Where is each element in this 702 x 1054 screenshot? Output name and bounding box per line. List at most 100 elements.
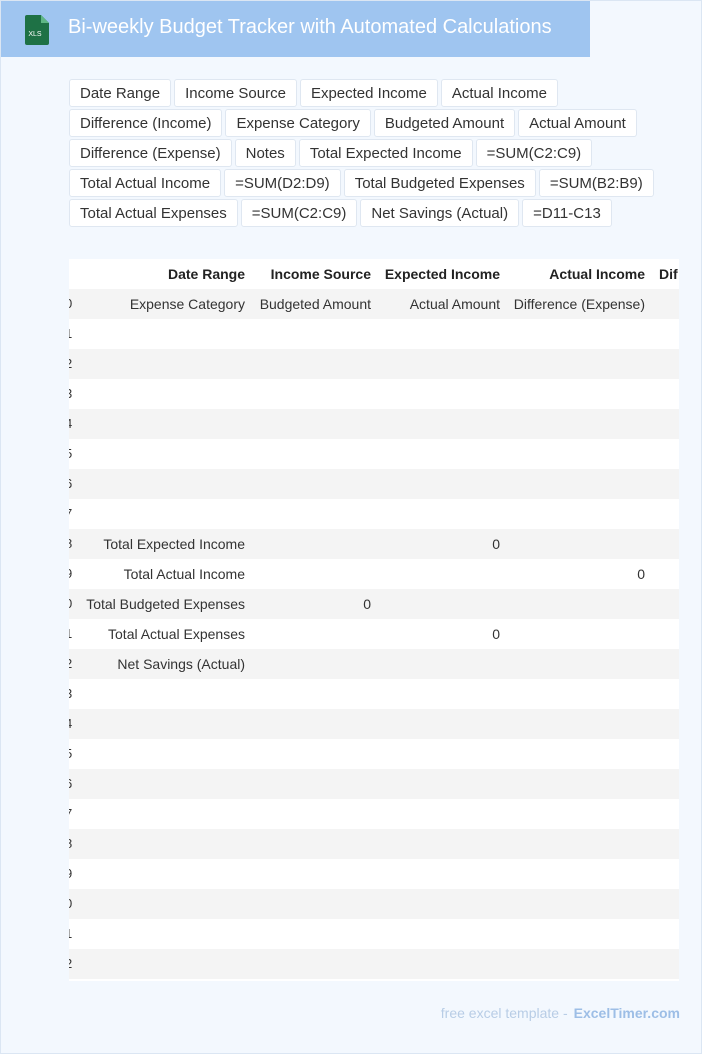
cell-c[interactable] [383,889,500,919]
cell-c[interactable] [383,349,500,379]
cell-d[interactable]: 0 [510,559,645,589]
cell-c[interactable] [383,409,500,439]
cell-b[interactable]: 0 [254,589,371,619]
cell-c[interactable] [383,769,500,799]
cell-b[interactable] [254,379,371,409]
cell-b[interactable] [254,709,371,739]
cell-d[interactable] [510,529,645,559]
cell-b[interactable] [254,679,371,709]
cell-a[interactable]: Total Expected Income [69,529,245,559]
column-header[interactable]: Expected Income [383,259,500,289]
cell-c[interactable] [383,919,500,949]
field-chip[interactable]: Notes [234,139,296,167]
cell-a[interactable] [69,379,245,409]
cell-d[interactable] [510,649,645,679]
cell-a[interactable] [69,709,245,739]
field-chip[interactable]: Total Actual Income [69,169,222,197]
cell-c[interactable] [383,649,500,679]
cell-b[interactable] [254,949,371,979]
cell-b[interactable] [254,409,371,439]
cell-c[interactable] [383,319,500,349]
cell-a[interactable] [69,439,245,469]
footer-brand-link[interactable]: ExcelTimer.com [574,1005,680,1021]
cell-c[interactable] [383,739,500,769]
cell-a[interactable] [69,859,245,889]
column-header[interactable]: Income Source [254,259,371,289]
field-chip[interactable]: Budgeted Amount [373,109,516,137]
column-header[interactable]: Date Range [69,259,245,289]
cell-b[interactable]: Budgeted Amount [254,289,371,319]
cell-a[interactable]: Total Actual Income [69,559,245,589]
cell-c[interactable]: 0 [383,619,500,649]
field-chip[interactable]: =SUM(C2:C9) [240,199,358,227]
cell-d[interactable] [510,679,645,709]
cell-b[interactable] [254,769,371,799]
cell-d[interactable] [510,589,645,619]
column-header[interactable]: Actual Income [510,259,645,289]
cell-b[interactable] [254,499,371,529]
cell-c[interactable] [383,709,500,739]
cell-c[interactable]: Actual Amount [383,289,500,319]
field-chip[interactable]: Expected Income [299,79,438,107]
cell-a[interactable] [69,319,245,349]
field-chip[interactable]: Total Budgeted Expenses [343,169,536,197]
cell-a[interactable] [69,829,245,859]
cell-b[interactable] [254,889,371,919]
cell-b[interactable] [254,799,371,829]
field-chip[interactable]: Actual Amount [518,109,637,137]
cell-d[interactable] [510,829,645,859]
field-chip[interactable]: Net Savings (Actual) [360,199,520,227]
cell-a[interactable] [69,679,245,709]
cell-d[interactable] [510,769,645,799]
cell-d[interactable] [510,409,645,439]
field-chip[interactable]: Difference (Income) [69,109,223,137]
cell-a[interactable] [69,949,245,979]
cell-b[interactable] [254,469,371,499]
cell-d[interactable] [510,709,645,739]
field-chip[interactable]: Date Range [69,79,172,107]
cell-a[interactable] [69,739,245,769]
cell-b[interactable] [254,319,371,349]
field-chip[interactable]: Income Source [174,79,297,107]
cell-d[interactable] [510,439,645,469]
cell-d[interactable] [510,799,645,829]
cell-c[interactable] [383,589,500,619]
cell-d[interactable] [510,859,645,889]
cell-b[interactable] [254,619,371,649]
cell-d[interactable] [510,469,645,499]
field-chip[interactable]: Difference (Expense) [69,139,232,167]
cell-d[interactable] [510,739,645,769]
cell-a[interactable] [69,889,245,919]
cell-d[interactable] [510,919,645,949]
cell-a[interactable] [69,799,245,829]
field-chip[interactable]: Expense Category [225,109,371,137]
cell-c[interactable] [383,829,500,859]
cell-b[interactable] [254,349,371,379]
cell-d[interactable] [510,949,645,979]
cell-d[interactable] [510,499,645,529]
cell-d[interactable]: Difference (Expense) [510,289,645,319]
field-chip[interactable]: =SUM(C2:C9) [475,139,593,167]
field-chip[interactable]: Total Expected Income [298,139,473,167]
cell-c[interactable] [383,499,500,529]
cell-b[interactable] [254,529,371,559]
cell-b[interactable] [254,559,371,589]
cell-d[interactable] [510,319,645,349]
field-chip[interactable]: =SUM(D2:D9) [224,169,341,197]
cell-b[interactable] [254,919,371,949]
field-chip[interactable]: =D11-C13 [522,199,612,227]
field-chip[interactable]: Actual Income [440,79,558,107]
cell-c[interactable]: 0 [383,529,500,559]
cell-d[interactable] [510,349,645,379]
cell-b[interactable] [254,859,371,889]
cell-a[interactable]: Expense Category [69,289,245,319]
field-chip[interactable]: Total Actual Expenses [69,199,238,227]
cell-b[interactable] [254,439,371,469]
column-header[interactable]: Dif [659,259,679,289]
cell-a[interactable] [69,769,245,799]
cell-c[interactable] [383,559,500,589]
cell-c[interactable] [383,949,500,979]
cell-a[interactable] [69,919,245,949]
cell-c[interactable] [383,679,500,709]
cell-a[interactable] [69,349,245,379]
